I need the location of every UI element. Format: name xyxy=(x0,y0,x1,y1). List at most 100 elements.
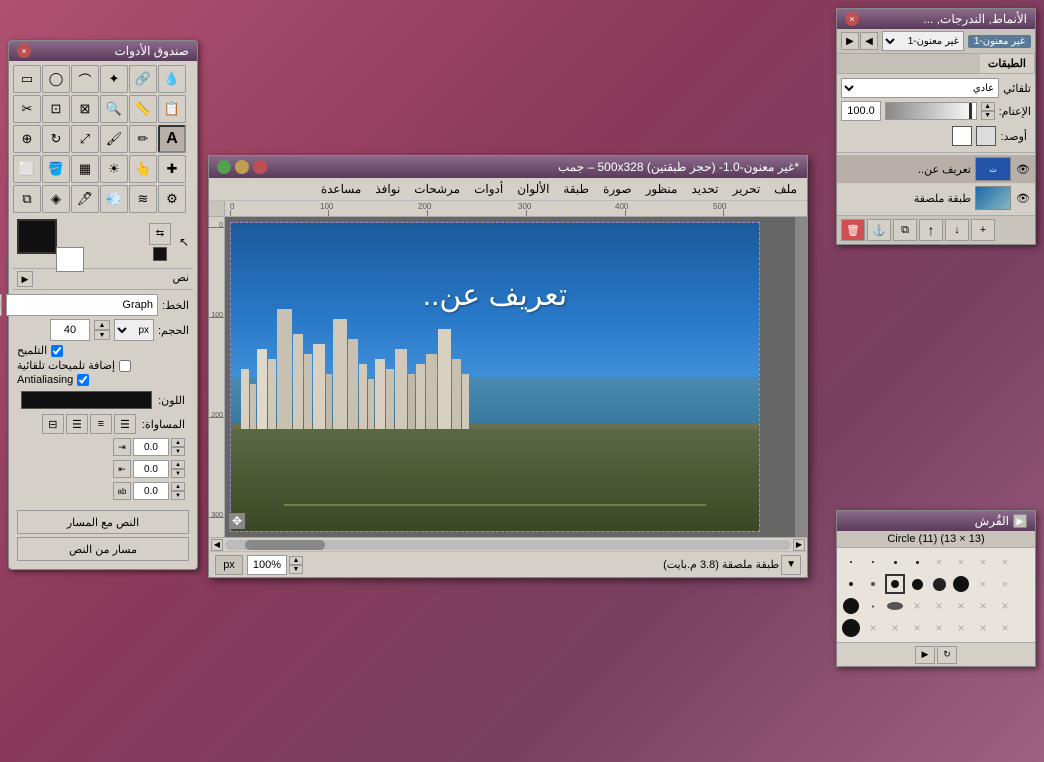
brush-cell-17[interactable] xyxy=(841,596,861,616)
toolbox-close-button[interactable]: × xyxy=(17,44,31,58)
zoom-tool[interactable]: 🔍 xyxy=(100,95,128,123)
layer-item-text[interactable]: 👁 ت تعريف عن.. xyxy=(837,155,1035,184)
anchor-layer-btn[interactable]: ⚓ xyxy=(867,219,891,241)
size-up-btn[interactable]: ▲ xyxy=(94,320,110,330)
menu-layer[interactable]: طبقة xyxy=(557,180,595,198)
gradient-tool[interactable]: ▦ xyxy=(71,155,99,183)
brush-cell-13[interactable] xyxy=(929,574,949,594)
new-layer-btn[interactable]: + xyxy=(971,219,995,241)
ink-tool[interactable]: 🖊 xyxy=(71,185,99,213)
brushes-refresh-btn[interactable]: ↻ xyxy=(937,646,957,664)
editor-maximize-btn[interactable] xyxy=(217,160,231,174)
path-from-text-button[interactable]: مسار من النص xyxy=(17,537,189,561)
menu-view[interactable]: منظور xyxy=(640,180,684,198)
layers-panel-close[interactable]: × xyxy=(845,12,859,26)
brush-cell-1[interactable] xyxy=(841,552,861,572)
expand-options-btn[interactable]: ▶ xyxy=(17,271,33,287)
dodge-burn-tool[interactable]: ☀ xyxy=(100,155,128,183)
indent2-down[interactable]: ▼ xyxy=(171,469,185,478)
font-name-input[interactable] xyxy=(6,294,158,316)
smudge-tool[interactable]: 👆 xyxy=(129,155,157,183)
brush-cell-19[interactable] xyxy=(885,596,905,616)
align-justify-btn[interactable]: ⊟ xyxy=(42,414,64,434)
opacity-down-btn[interactable]: ▼ xyxy=(981,111,995,120)
convolve-tool[interactable]: ◈ xyxy=(42,185,70,213)
align-right-btn[interactable]: ☰ xyxy=(66,414,88,434)
menu-file[interactable]: ملف xyxy=(768,180,803,198)
heal-tool[interactable]: ✚ xyxy=(158,155,186,183)
layer-up-btn[interactable]: ↑ xyxy=(919,219,943,241)
indent2-up[interactable]: ▲ xyxy=(171,460,185,469)
text-color-preview[interactable] xyxy=(21,391,152,409)
rect-select-tool[interactable]: ▭ xyxy=(13,65,41,93)
indent3-down[interactable]: ▼ xyxy=(171,491,185,500)
indent3-icon[interactable]: ab xyxy=(113,482,131,500)
menu-edit[interactable]: تحرير xyxy=(727,180,767,198)
menu-windows[interactable]: نوافذ xyxy=(369,180,406,198)
scroll-left-btn[interactable]: ◀ xyxy=(211,539,223,551)
file-selector[interactable]: غير معنون-1 xyxy=(882,31,964,51)
brush-cell-25[interactable] xyxy=(841,618,861,638)
brush-cell-20[interactable]: ✕ xyxy=(907,596,927,616)
scale-tool[interactable]: ⤢ xyxy=(71,125,99,153)
canvas-move-handle[interactable]: ✥ xyxy=(229,513,245,529)
paintbrush-tool[interactable]: 🖌 xyxy=(100,125,128,153)
brush-cell-31[interactable]: ✕ xyxy=(973,618,993,638)
brush-cell-30[interactable]: ✕ xyxy=(951,618,971,638)
brush-cell-6[interactable]: ✕ xyxy=(951,552,971,572)
scissors-tool[interactable]: ✂ xyxy=(13,95,41,123)
brushes-expand-footer-btn[interactable]: ▶ xyxy=(915,646,935,664)
brush-cell-32[interactable]: ✕ xyxy=(995,618,1015,638)
airbrush-tool[interactable]: 💨 xyxy=(100,185,128,213)
rotate-tool[interactable]: ↻ xyxy=(42,125,70,153)
opacity-input[interactable] xyxy=(841,101,881,121)
brush-cell-24[interactable]: ✕ xyxy=(995,596,1015,616)
arabic-text-overlay[interactable]: تعريف عن.. xyxy=(423,278,568,313)
brush-cell-22[interactable]: ✕ xyxy=(951,596,971,616)
brush-cell-9[interactable] xyxy=(841,574,861,594)
measure-tool[interactable]: 📏 xyxy=(129,95,157,123)
eraser-tool[interactable]: ⬜ xyxy=(13,155,41,183)
brush-cell-15[interactable]: ✕ xyxy=(973,574,993,594)
brush-cell-18[interactable]: ▪ xyxy=(863,596,883,616)
layer-dropdown-btn[interactable]: ▼ xyxy=(781,555,801,575)
reset-colors-btn[interactable] xyxy=(153,247,167,261)
hinting-checkbox[interactable] xyxy=(51,345,63,357)
zoom-input[interactable] xyxy=(247,555,287,575)
brush-cell-21[interactable]: ✕ xyxy=(929,596,949,616)
indent1-down[interactable]: ▼ xyxy=(171,447,185,456)
font-chooser-button[interactable]: اب xyxy=(0,294,2,316)
menu-help[interactable]: مساعدة xyxy=(315,180,368,198)
brush-cell-7[interactable]: ✕ xyxy=(973,552,993,572)
pencil-tool[interactable]: ✏ xyxy=(129,125,157,153)
indent3-input[interactable] xyxy=(133,482,169,500)
editor-close-btn[interactable] xyxy=(253,160,267,174)
size-value-input[interactable] xyxy=(50,319,90,341)
delete-layer-btn[interactable]: 🗑 xyxy=(841,219,865,241)
file-prev-btn[interactable]: ◀ xyxy=(860,32,878,50)
align-center-btn[interactable]: ≡ xyxy=(90,414,112,434)
menu-tools[interactable]: أدوات xyxy=(468,180,509,198)
stamp-tool[interactable]: 📋 xyxy=(158,95,186,123)
fuzzy-select-tool[interactable]: ✦ xyxy=(100,65,128,93)
canvas-viewport[interactable]: تعريف عن.. ✥ xyxy=(225,217,795,537)
layer-item-bg[interactable]: 👁 طبقة ملصقة xyxy=(837,184,1035,213)
menu-filters[interactable]: مرشحات xyxy=(408,180,466,198)
script-fu-tool[interactable]: ⚙ xyxy=(158,185,186,213)
h-scroll-track[interactable] xyxy=(225,540,791,550)
layer-down-btn[interactable]: ↓ xyxy=(945,219,969,241)
h-scroll-thumb[interactable] xyxy=(245,540,325,550)
zoom-down-btn[interactable]: ▼ xyxy=(289,565,303,574)
opacity-slider[interactable] xyxy=(885,102,977,120)
indent3-up[interactable]: ▲ xyxy=(171,482,185,491)
indent1-icon[interactable]: ⇥ xyxy=(113,438,131,456)
menu-select[interactable]: تحديد xyxy=(685,180,724,198)
brush-cell-27[interactable]: ✕ xyxy=(885,618,905,638)
foreground-color-swatch[interactable] xyxy=(17,219,57,254)
opacity-up-btn[interactable]: ▲ xyxy=(981,102,995,111)
transform-tool[interactable]: ⊕ xyxy=(13,125,41,153)
auto-hints-checkbox[interactable] xyxy=(119,360,131,372)
brush-cell-14[interactable] xyxy=(951,574,971,594)
path-btn[interactable]: 🔗 xyxy=(129,65,157,93)
brush-cell-4[interactable] xyxy=(907,552,927,572)
